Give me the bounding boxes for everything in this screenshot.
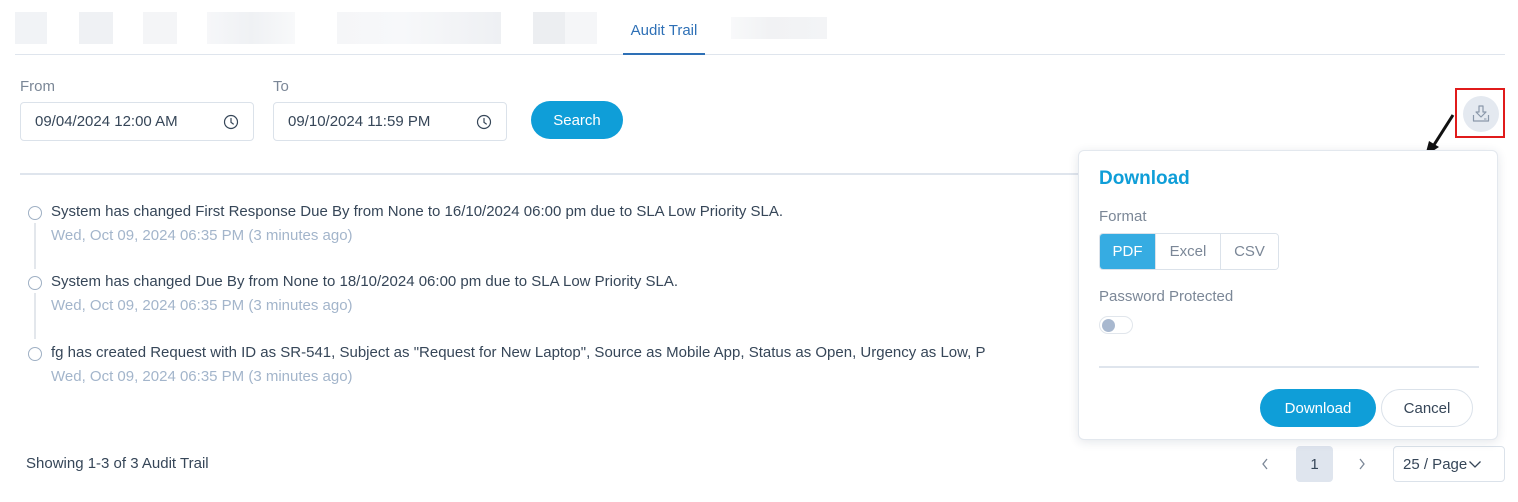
to-label: To bbox=[273, 78, 289, 95]
popover-title: Download bbox=[1099, 168, 1190, 189]
tab-bar: Audit Trail bbox=[15, 0, 1505, 55]
tab-redacted[interactable] bbox=[533, 12, 597, 44]
audit-message: System has changed First Response Due By… bbox=[51, 203, 784, 220]
timeline-connector bbox=[34, 293, 36, 339]
download-popover: Download Format PDF Excel CSV Password P… bbox=[1078, 150, 1498, 440]
audit-message: fg has created Request with ID as SR-541… bbox=[51, 344, 986, 361]
timeline-dot-icon bbox=[28, 206, 42, 220]
format-option-csv[interactable]: CSV bbox=[1220, 234, 1278, 269]
timeline-dot-icon bbox=[28, 276, 42, 290]
annotation-highlight-box bbox=[1455, 88, 1505, 138]
toggle-knob bbox=[1102, 319, 1115, 332]
format-option-excel[interactable]: Excel bbox=[1155, 234, 1220, 269]
audit-timestamp: Wed, Oct 09, 2024 06:35 PM (3 minutes ag… bbox=[51, 297, 353, 314]
export-button[interactable] bbox=[1463, 96, 1499, 132]
page-number-button[interactable]: 1 bbox=[1296, 446, 1333, 482]
page-size-select[interactable]: 25 / Page bbox=[1393, 446, 1505, 482]
audit-timestamp: Wed, Oct 09, 2024 06:35 PM (3 minutes ag… bbox=[51, 368, 353, 385]
chevron-down-icon bbox=[1469, 461, 1482, 468]
clock-icon[interactable] bbox=[223, 114, 239, 130]
tab-redacted[interactable] bbox=[207, 12, 295, 44]
audit-trail-page: Audit Trail From 09/04/2024 12:00 AM To … bbox=[0, 0, 1518, 502]
from-label: From bbox=[20, 78, 55, 95]
chevron-right-icon bbox=[1359, 458, 1365, 470]
format-option-pdf[interactable]: PDF bbox=[1100, 234, 1155, 269]
tab-redacted[interactable] bbox=[79, 12, 113, 44]
format-selector: PDF Excel CSV bbox=[1099, 233, 1279, 270]
timeline-dot-icon bbox=[28, 347, 42, 361]
tab-redacted[interactable] bbox=[337, 12, 501, 44]
page-size-value: 25 / Page bbox=[1403, 455, 1468, 473]
popover-divider bbox=[1099, 366, 1479, 368]
clock-icon[interactable] bbox=[476, 114, 492, 130]
format-label: Format bbox=[1099, 208, 1147, 225]
search-button[interactable]: Search bbox=[531, 101, 623, 139]
from-date-value: 09/04/2024 12:00 AM bbox=[35, 113, 178, 130]
download-button[interactable]: Download bbox=[1260, 389, 1376, 427]
password-protected-toggle[interactable] bbox=[1099, 316, 1133, 334]
prev-page-button[interactable] bbox=[1253, 452, 1277, 476]
from-date-input[interactable]: 09/04/2024 12:00 AM bbox=[20, 102, 254, 141]
section-divider bbox=[20, 173, 1078, 175]
password-protected-label: Password Protected bbox=[1099, 288, 1234, 305]
timeline-connector bbox=[34, 223, 36, 269]
to-date-input[interactable]: 09/10/2024 11:59 PM bbox=[273, 102, 507, 141]
to-date-value: 09/10/2024 11:59 PM bbox=[288, 113, 431, 130]
tab-redacted[interactable] bbox=[15, 12, 47, 44]
next-page-button[interactable] bbox=[1350, 452, 1374, 476]
cancel-button[interactable]: Cancel bbox=[1381, 389, 1473, 427]
download-icon bbox=[1472, 105, 1490, 122]
chevron-left-icon bbox=[1262, 458, 1268, 470]
audit-message: System has changed Due By from None to 1… bbox=[51, 273, 679, 290]
tab-redacted[interactable] bbox=[143, 12, 177, 44]
tab-redacted[interactable] bbox=[731, 17, 827, 39]
results-count: Showing 1-3 of 3 Audit Trail bbox=[26, 455, 209, 472]
audit-timestamp: Wed, Oct 09, 2024 06:35 PM (3 minutes ag… bbox=[51, 227, 353, 244]
tab-audit-trail[interactable]: Audit Trail bbox=[623, 0, 705, 55]
